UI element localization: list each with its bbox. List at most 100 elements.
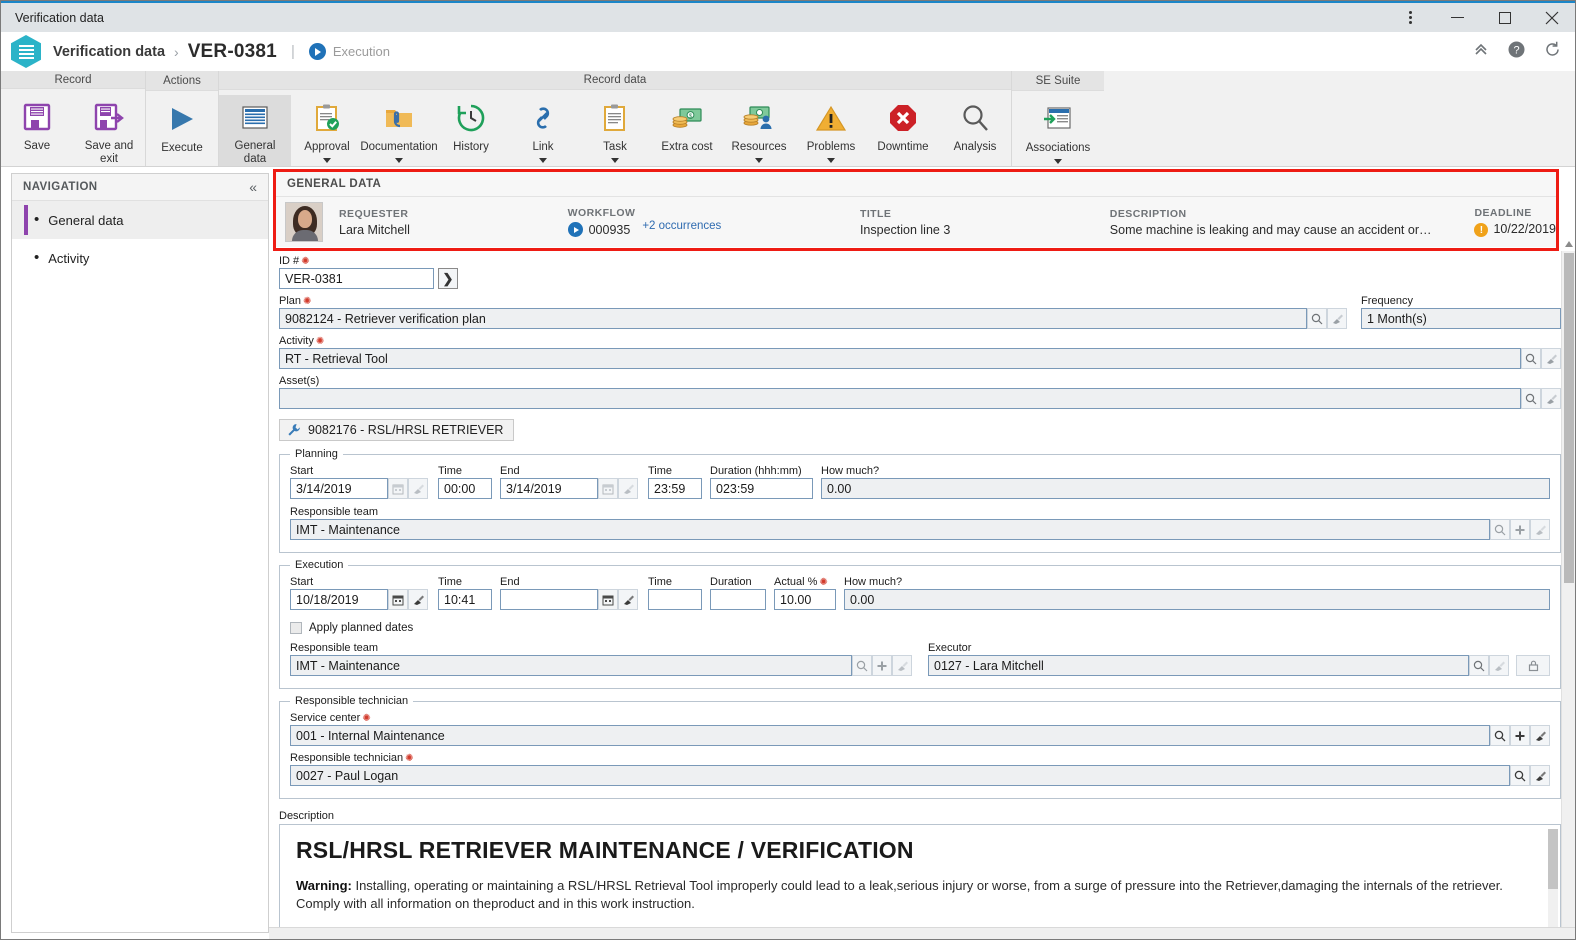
planning-start-clear-button[interactable] bbox=[408, 478, 428, 499]
execution-end-calendar-button[interactable] bbox=[598, 589, 618, 610]
plan-input[interactable]: 9082124 - Retriever verification plan bbox=[279, 308, 1307, 329]
eraser-icon bbox=[897, 661, 908, 671]
planning-end-input[interactable]: 3/14/2019 bbox=[500, 478, 598, 499]
chevron-down-icon[interactable] bbox=[395, 158, 403, 163]
magnifier-icon bbox=[960, 98, 990, 138]
content-scrollbar-thumb[interactable] bbox=[1564, 253, 1574, 583]
analysis-button[interactable]: Analysis bbox=[939, 95, 1011, 154]
refresh-icon[interactable] bbox=[1544, 41, 1561, 63]
chevron-down-icon[interactable] bbox=[1054, 159, 1062, 164]
resources-button[interactable]: Resources bbox=[723, 95, 795, 163]
planning-start-input[interactable]: 3/14/2019 bbox=[290, 478, 388, 499]
content-scrollbar[interactable] bbox=[1561, 241, 1575, 939]
assets-input[interactable] bbox=[279, 388, 1521, 409]
extra-cost-button[interactable]: $ Extra cost bbox=[651, 95, 723, 154]
general-data-button[interactable]: General data bbox=[219, 95, 291, 166]
execution-team-search-button[interactable] bbox=[852, 655, 872, 676]
execution-end-time-input[interactable] bbox=[648, 589, 702, 610]
id-input[interactable]: VER-0381 bbox=[279, 268, 434, 289]
executor-clear-button[interactable] bbox=[1489, 655, 1509, 676]
problems-label: Problems bbox=[806, 141, 856, 153]
planning-team-input[interactable]: IMT - Maintenance bbox=[290, 519, 1490, 540]
planning-team-add-button[interactable] bbox=[1510, 519, 1530, 540]
execution-start-time-input[interactable]: 10:41 bbox=[438, 589, 492, 610]
sidebar-item-general-data[interactable]: • General data bbox=[12, 201, 268, 239]
technician-search-button[interactable] bbox=[1510, 765, 1530, 786]
executor-search-button[interactable] bbox=[1469, 655, 1489, 676]
record-status: Execution bbox=[308, 43, 390, 60]
description-scrollbar[interactable] bbox=[1548, 829, 1558, 939]
frequency-input[interactable]: 1 Month(s) bbox=[1361, 308, 1561, 329]
service-center-add-button[interactable] bbox=[1510, 725, 1530, 746]
execution-start-clear-button[interactable] bbox=[408, 589, 428, 610]
technician-input[interactable]: 0027 - Paul Logan bbox=[290, 765, 1510, 786]
downtime-button[interactable]: Downtime bbox=[867, 95, 939, 154]
activity-label-row: Activity ✺ bbox=[279, 335, 1561, 347]
planning-end-clear-button[interactable] bbox=[618, 478, 638, 499]
planning-end-calendar-button[interactable] bbox=[598, 478, 618, 499]
description-richtext[interactable]: RSL/HRSL RETRIEVER MAINTENANCE / VERIFIC… bbox=[279, 824, 1561, 939]
activity-clear-button[interactable] bbox=[1541, 348, 1561, 369]
service-center-clear-button[interactable] bbox=[1530, 725, 1550, 746]
executor-lock-button[interactable] bbox=[1516, 655, 1550, 676]
link-button[interactable]: Link bbox=[507, 95, 579, 163]
execution-how-much-input[interactable]: 0.00 bbox=[844, 589, 1550, 610]
activity-search-button[interactable] bbox=[1521, 348, 1541, 369]
scroll-up-arrow-icon[interactable] bbox=[1565, 241, 1573, 247]
help-icon[interactable]: ? bbox=[1508, 41, 1525, 63]
execute-button[interactable]: Execute bbox=[146, 96, 218, 155]
execution-team-add-button[interactable] bbox=[872, 655, 892, 676]
documentation-button[interactable]: Documentation bbox=[360, 95, 438, 163]
execution-team-input[interactable]: IMT - Maintenance bbox=[290, 655, 852, 676]
service-center-input[interactable]: 001 - Internal Maintenance bbox=[290, 725, 1490, 746]
service-center-search-button[interactable] bbox=[1490, 725, 1510, 746]
associations-button[interactable]: Associations bbox=[1012, 96, 1104, 164]
more-options-button[interactable] bbox=[1387, 3, 1434, 32]
minimize-button[interactable] bbox=[1434, 3, 1481, 32]
approval-button[interactable]: Approval bbox=[291, 95, 363, 163]
workflow-occurrences-link[interactable]: +2 occurrences bbox=[642, 220, 721, 232]
execution-end-input[interactable] bbox=[500, 589, 598, 610]
chevron-down-icon[interactable] bbox=[539, 158, 547, 163]
planning-start-time-input[interactable]: 00:00 bbox=[438, 478, 492, 499]
history-button[interactable]: History bbox=[435, 95, 507, 154]
planning-duration-input[interactable]: 023:59 bbox=[710, 478, 813, 499]
breadcrumb-module[interactable]: Verification data bbox=[53, 44, 165, 60]
execution-end-clear-button[interactable] bbox=[618, 589, 638, 610]
planning-end-time-input[interactable]: 23:59 bbox=[648, 478, 702, 499]
technician-clear-button[interactable] bbox=[1530, 765, 1550, 786]
planning-how-much-input[interactable]: 0.00 bbox=[821, 478, 1550, 499]
execution-duration-input[interactable] bbox=[710, 589, 766, 610]
plan-search-button[interactable] bbox=[1307, 308, 1327, 329]
executor-input[interactable]: 0127 - Lara Mitchell bbox=[928, 655, 1469, 676]
assets-search-button[interactable] bbox=[1521, 388, 1541, 409]
execution-team-clear-button[interactable] bbox=[892, 655, 912, 676]
execution-start-input[interactable]: 10/18/2019 bbox=[290, 589, 388, 610]
task-button[interactable]: Task bbox=[579, 95, 651, 163]
collapse-up-icon[interactable] bbox=[1473, 41, 1489, 62]
planning-team-clear-button[interactable] bbox=[1530, 519, 1550, 540]
apply-planned-dates-checkbox[interactable] bbox=[290, 622, 302, 634]
execution-actual-input[interactable]: 10.00 bbox=[774, 589, 836, 610]
chevron-down-icon[interactable] bbox=[323, 158, 331, 163]
chevron-down-icon[interactable] bbox=[755, 158, 763, 163]
chevron-down-icon[interactable] bbox=[611, 158, 619, 163]
plan-clear-button[interactable] bbox=[1327, 308, 1347, 329]
problems-button[interactable]: Problems bbox=[795, 95, 867, 163]
save-and-exit-button[interactable]: Save and exit bbox=[73, 94, 145, 166]
activity-input[interactable]: RT - Retrieval Tool bbox=[279, 348, 1521, 369]
sidebar-item-activity[interactable]: • Activity bbox=[12, 239, 268, 277]
execution-start-calendar-button[interactable] bbox=[388, 589, 408, 610]
assets-clear-button[interactable] bbox=[1541, 388, 1561, 409]
planning-team-search-button[interactable] bbox=[1490, 519, 1510, 540]
id-go-button[interactable]: ❯ bbox=[438, 268, 458, 289]
save-button[interactable]: Save bbox=[1, 94, 73, 153]
close-button[interactable] bbox=[1528, 3, 1575, 32]
maximize-button[interactable] bbox=[1481, 3, 1528, 32]
apply-planned-dates-row[interactable]: Apply planned dates bbox=[290, 622, 1550, 634]
description-scrollbar-thumb[interactable] bbox=[1548, 829, 1558, 889]
chevron-down-icon[interactable] bbox=[827, 158, 835, 163]
asset-chip[interactable]: 9082176 - RSL/HRSL RETRIEVER bbox=[279, 419, 515, 441]
collapse-left-icon[interactable]: « bbox=[249, 179, 257, 195]
planning-start-calendar-button[interactable] bbox=[388, 478, 408, 499]
